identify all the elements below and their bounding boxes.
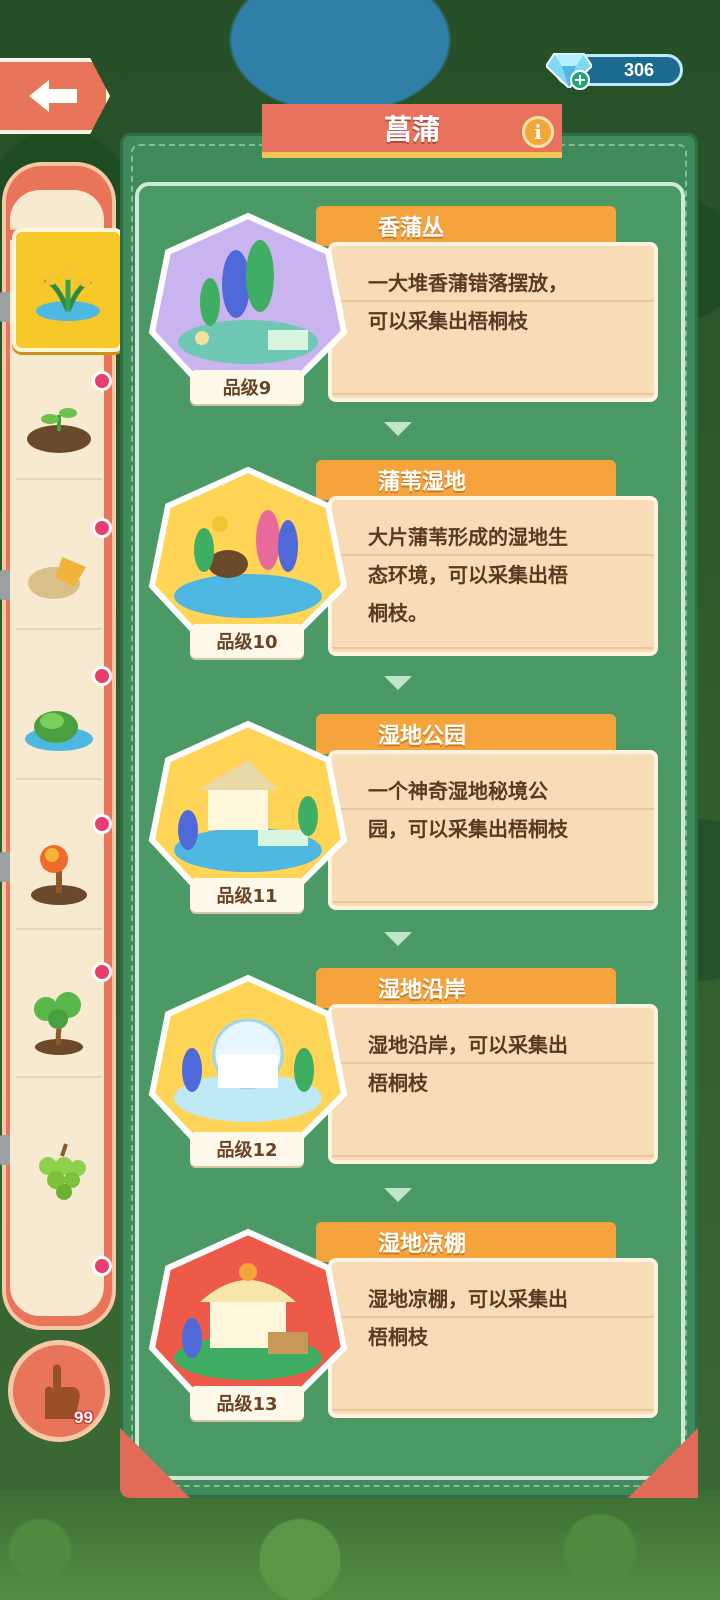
- item-grade: 品级9: [190, 370, 304, 404]
- item-description: 湿地沿岸，可以采集出 梧桐枝: [328, 1004, 658, 1164]
- notification-dot: [92, 518, 112, 538]
- item-description-line: 大片蒲苇形成的湿地生: [368, 525, 568, 549]
- chevron-down-icon: [384, 1188, 412, 1202]
- item-description: 湿地凉棚，可以采集出 梧桐枝: [328, 1258, 658, 1418]
- ground-background: [0, 1490, 720, 1600]
- sidebar-item-calamus[interactable]: [12, 228, 124, 352]
- sprout-mound-icon: [27, 408, 91, 453]
- item-grade: 品级12: [190, 1132, 304, 1166]
- wetland-pavilion-art: [148, 1228, 348, 1407]
- item-description-line: 态环境，可以采集出梧: [368, 563, 568, 587]
- back-arrow-icon: [29, 80, 77, 112]
- item-description-line: 湿地沿岸，可以采集出: [368, 1033, 568, 1057]
- item-description-line: 一大堆香蒲错落摆放，: [368, 271, 568, 295]
- item-name: 湿地凉棚: [316, 1222, 616, 1262]
- item-card[interactable]: 湿地公园 一个神奇湿地秘境公 园，可以采集出梧桐枝 品级11: [148, 714, 668, 934]
- back-button[interactable]: [0, 58, 110, 134]
- item-card[interactable]: 蒲苇湿地 大片蒲苇形成的湿地生 态环境，可以采集出梧 桐枝。 品级10: [148, 460, 668, 680]
- item-description-line: 一个神奇湿地秘境公: [368, 779, 548, 803]
- sidebar-item-bonsai[interactable]: [16, 968, 102, 1078]
- sidebar-item-leaf-rock[interactable]: [16, 520, 102, 630]
- item-card[interactable]: 香蒲丛 一大堆香蒲错落摆放， 可以采集出梧桐枝 品级9: [148, 206, 668, 426]
- item-name: 湿地公园: [316, 714, 616, 754]
- info-icon: i: [534, 120, 542, 144]
- item-description-line: 可以采集出梧桐枝: [368, 309, 528, 333]
- calamus-cluster-art: [148, 212, 348, 391]
- item-description-line: 湿地凉棚，可以采集出: [368, 1287, 568, 1311]
- item-grade: 品级11: [190, 878, 304, 912]
- item-description-line: 桐枝。: [368, 601, 428, 625]
- gem-count: 306: [623, 59, 654, 80]
- wetland-shore-art: [148, 974, 348, 1153]
- item-description-line: 园，可以采集出梧桐枝: [368, 817, 568, 841]
- notification-dot: [92, 666, 112, 686]
- item-artwork: [148, 1228, 348, 1408]
- item-description-line: 梧桐枝: [368, 1325, 428, 1349]
- sidebar-item-mossy-pond[interactable]: [16, 670, 102, 780]
- grapes-icon: [39, 1143, 86, 1200]
- leaf-rock-icon: [28, 557, 86, 599]
- info-button[interactable]: i: [522, 116, 554, 148]
- reed-wetland-art: [148, 466, 348, 645]
- bonsai-tree-icon: [34, 992, 83, 1055]
- sidebar-item-grapes[interactable]: [16, 1116, 102, 1226]
- item-card[interactable]: 湿地沿岸 湿地沿岸，可以采集出 梧桐枝 品级12: [148, 968, 668, 1188]
- item-grade: 品级10: [190, 624, 304, 658]
- chevron-down-icon: [384, 676, 412, 690]
- chevron-down-icon: [384, 932, 412, 946]
- notification-dot: [92, 962, 112, 982]
- item-name: 蒲苇湿地: [316, 460, 616, 500]
- page-title: 菖蒲: [262, 104, 562, 158]
- item-name: 香蒲丛: [316, 206, 616, 246]
- notification-dot: [92, 1256, 112, 1276]
- mossy-pond-icon: [25, 711, 93, 751]
- item-artwork: [148, 212, 348, 392]
- item-artwork: [148, 720, 348, 900]
- sidebar-item-sprout[interactable]: [16, 370, 102, 480]
- add-gems-button[interactable]: +: [570, 70, 590, 90]
- item-description: 大片蒲苇形成的湿地生 态环境，可以采集出梧 桐枝。: [328, 496, 658, 656]
- chevron-down-icon: [384, 422, 412, 436]
- sidebar-item-flower-stump[interactable]: [16, 820, 102, 930]
- notification-dot: [92, 371, 112, 391]
- item-description: 一大堆香蒲错落摆放， 可以采集出梧桐枝: [328, 242, 658, 402]
- sidebar-top-cap: [10, 190, 104, 230]
- item-grade: 品级13: [190, 1386, 304, 1420]
- item-artwork: [148, 974, 348, 1154]
- item-card[interactable]: 湿地凉棚 湿地凉棚，可以采集出 梧桐枝 品级13: [148, 1222, 668, 1442]
- wetland-park-art: [148, 720, 348, 899]
- item-artwork: [148, 466, 348, 646]
- notification-dot: [92, 814, 112, 834]
- hint-count: 99: [74, 1408, 93, 1427]
- item-description: 一个神奇湿地秘境公 园，可以采集出梧桐枝: [328, 750, 658, 910]
- item-name: 湿地沿岸: [316, 968, 616, 1008]
- orange-flower-stump-icon: [31, 845, 87, 905]
- calamus-plant-icon: [36, 266, 100, 321]
- hint-button[interactable]: [8, 1340, 110, 1442]
- item-description-line: 梧桐枝: [368, 1071, 428, 1095]
